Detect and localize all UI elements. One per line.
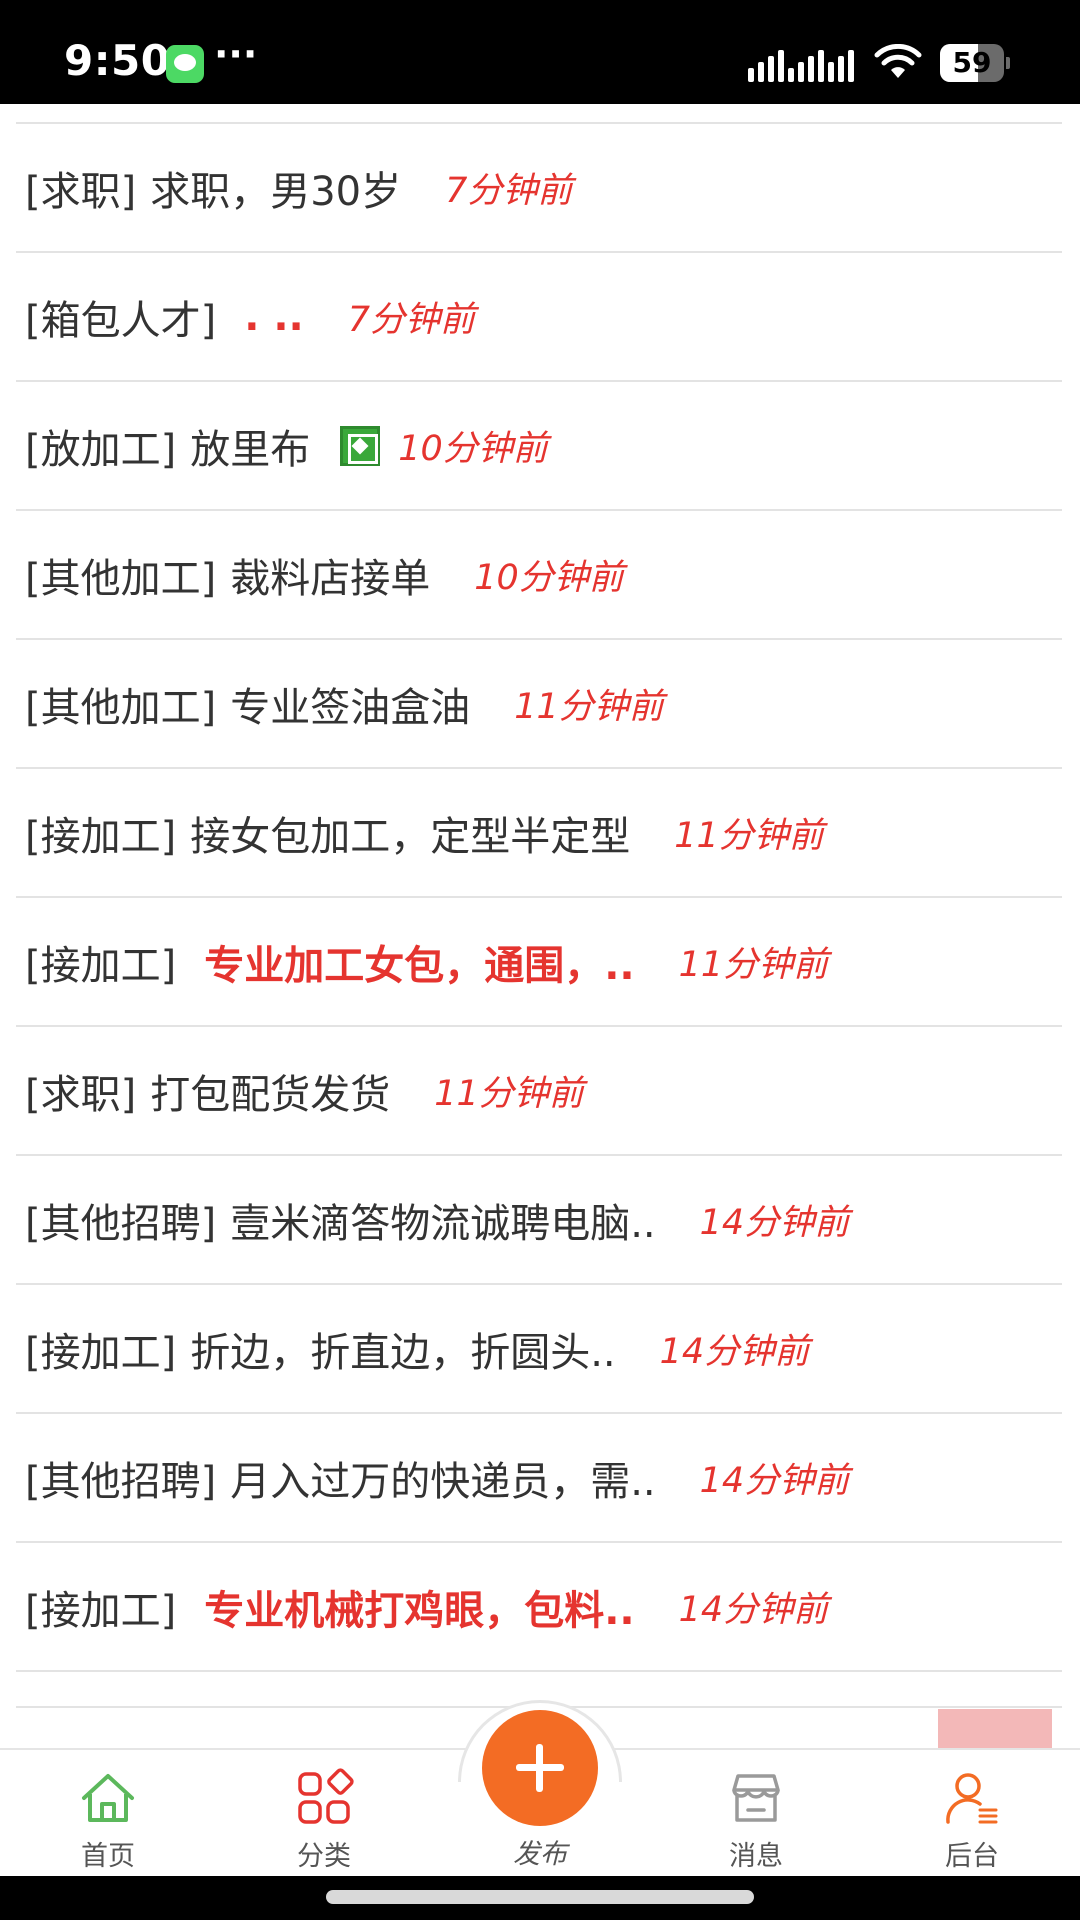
status-bar: 9:50 ··· 59 xyxy=(0,0,1080,104)
listing-row[interactable]: [接加工] 专业机械打鸡眼，包料.. 14分钟前 xyxy=(16,1543,1062,1672)
listing-category: [其他加工] xyxy=(25,555,217,602)
listing-time: 11分钟前 xyxy=(434,1074,584,1114)
listing-category: [求职] xyxy=(25,168,137,215)
listing-time: 11分钟前 xyxy=(674,816,824,856)
listing-title: . .. xyxy=(244,293,304,340)
listing-time: 14分钟前 xyxy=(699,1203,850,1243)
tab-backend-label: 后台 xyxy=(945,1841,999,1872)
tab-home-label: 首页 xyxy=(81,1841,135,1872)
listing-title: 裁料店接单 xyxy=(230,555,431,602)
tab-messages[interactable]: 消息 xyxy=(676,1750,836,1878)
listing-row[interactable]: [箱包人才] . .. 7分钟前 xyxy=(16,253,1062,382)
listing-category: [接加工] xyxy=(25,813,177,860)
publish-button[interactable] xyxy=(482,1710,598,1826)
listing-title: 求职，男30岁 xyxy=(150,168,402,215)
tab-category-label: 分类 xyxy=(297,1841,351,1872)
listing-category: [其他加工] xyxy=(25,684,217,731)
listing-category: [求职] xyxy=(25,1071,137,1118)
image-attachment-icon xyxy=(340,425,381,466)
listing-row[interactable]: [放加工] 放里布 10分钟前 xyxy=(16,382,1062,511)
listing-row[interactable]: [接加工] 专业加工女包，通围，.. 11分钟前 xyxy=(16,898,1062,1027)
tab-publish-label: 发布 xyxy=(513,1839,567,1870)
listing-row[interactable]: [求职] 打包配货发货 11分钟前 xyxy=(16,1027,1062,1156)
tab-backend[interactable]: 后台 xyxy=(892,1750,1052,1878)
listing-category: [其他招聘] xyxy=(25,1200,217,1247)
tab-category[interactable]: 分类 xyxy=(244,1750,404,1878)
listing-time: 14分钟前 xyxy=(659,1332,810,1372)
tab-home[interactable]: 首页 xyxy=(28,1750,188,1878)
home-indicator[interactable] xyxy=(326,1890,754,1904)
status-time: 9:50 xyxy=(64,36,171,85)
listing-category: [箱包人才] xyxy=(25,297,217,344)
back-to-top-button[interactable] xyxy=(938,1709,1052,1749)
listing-time: 11分钟前 xyxy=(678,945,829,985)
more-dots-icon: ··· xyxy=(214,32,258,76)
store-icon xyxy=(732,1774,780,1822)
listing-row[interactable]: [其他招聘] 月入过万的快递员，需.. 14分钟前 xyxy=(16,1414,1062,1543)
listing-category: [其他招聘] xyxy=(25,1458,217,1505)
listing-time: 10分钟前 xyxy=(398,429,548,469)
grid-icon xyxy=(298,1768,354,1824)
home-icon xyxy=(82,1774,134,1822)
listing-feed: [求职] 求职，男30岁 7分钟前 [箱包人才] . .. 7分钟前 [放加工] 放里布 10分… xyxy=(16,122,1062,1708)
user-list-icon xyxy=(946,1773,998,1824)
battery-icon: 59 xyxy=(940,44,1010,82)
listing-title: 专业机械打鸡眼，包料.. xyxy=(204,1587,635,1634)
listing-row[interactable]: [其他加工] 专业签油盒油 11分钟前 xyxy=(16,640,1062,769)
listing-time: 7分钟前 xyxy=(347,300,476,340)
listing-title: 折边，折直边，折圆头.. xyxy=(190,1329,616,1376)
listing-row[interactable]: [求职] 求职，男30岁 7分钟前 xyxy=(16,124,1062,253)
wifi-icon xyxy=(874,44,922,78)
messages-app-icon xyxy=(166,45,204,83)
listing-row[interactable]: [其他招聘] 壹米滴答物流诚聘电脑.. 14分钟前 xyxy=(16,1156,1062,1285)
listing-time: 10分钟前 xyxy=(474,558,624,598)
listing-category: [接加工] xyxy=(25,1587,177,1634)
listing-row[interactable]: [其他加工] 裁料店接单 10分钟前 xyxy=(16,511,1062,640)
listing-title: 接女包加工，定型半定型 xyxy=(190,813,631,860)
listing-time: 11分钟前 xyxy=(514,687,664,727)
listing-title: 放里布 xyxy=(190,426,311,473)
listing-time: 7分钟前 xyxy=(445,171,573,211)
listing-title: 壹米滴答物流诚聘电脑.. xyxy=(230,1200,656,1247)
listing-category: [放加工] xyxy=(25,426,177,473)
listing-title: 专业签油盒油 xyxy=(230,684,471,731)
listing-title: 专业加工女包，通围，.. xyxy=(204,942,635,989)
listing-category: [接加工] xyxy=(25,942,177,989)
listing-category: [接加工] xyxy=(25,1329,177,1376)
listing-row[interactable]: [接加工] 接女包加工，定型半定型 11分钟前 xyxy=(16,769,1062,898)
listing-title: 月入过万的快递员，需.. xyxy=(230,1458,656,1505)
cellular-signal-icon xyxy=(748,50,854,82)
listing-title: 打包配货发货 xyxy=(150,1071,391,1118)
listing-row[interactable]: [接加工] 折边，折直边，折圆头.. 14分钟前 xyxy=(16,1285,1062,1414)
tab-messages-label: 消息 xyxy=(729,1841,783,1872)
battery-percent: 59 xyxy=(952,46,992,79)
listing-time: 14分钟前 xyxy=(699,1461,850,1501)
listing-time: 14分钟前 xyxy=(678,1590,829,1630)
